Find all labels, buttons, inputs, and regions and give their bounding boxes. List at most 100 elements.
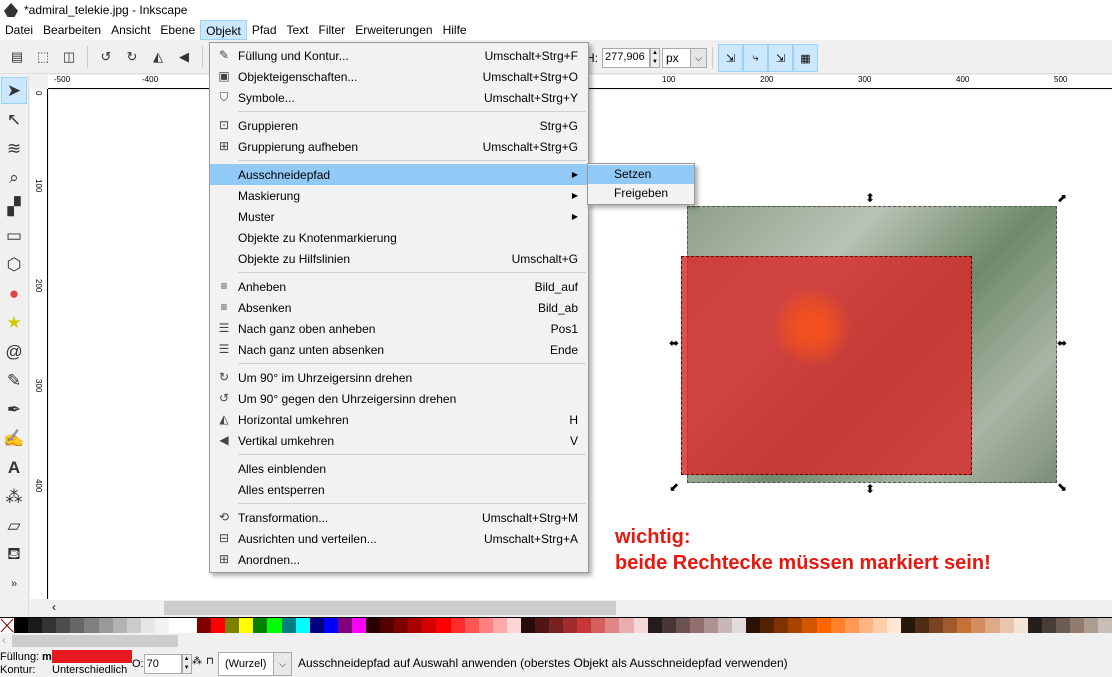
menu-item[interactable]: ◀ Vertikal umkehren V <box>210 430 588 451</box>
color-swatch[interactable] <box>999 618 1014 633</box>
color-swatch[interactable] <box>323 618 338 633</box>
color-swatch[interactable] <box>605 618 620 633</box>
menu-item[interactable]: ≡ Anheben Bild_auf <box>210 276 588 297</box>
eraser-tool-icon[interactable]: ▱ <box>1 512 27 539</box>
color-swatch[interactable] <box>464 618 479 633</box>
menu-item[interactable]: ▣ Objekteigenschaften... Umschalt+Strg+O <box>210 66 588 87</box>
menu-ansicht[interactable]: Ansicht <box>106 20 155 40</box>
opacity-spinner[interactable]: ▲ ▼ <box>181 654 192 674</box>
deselect-icon[interactable]: ◫ <box>58 46 80 68</box>
red-rectangle-object[interactable] <box>681 256 972 475</box>
color-swatch[interactable] <box>563 618 578 633</box>
select-all-layers-icon[interactable]: ⬚ <box>32 46 54 68</box>
color-swatch[interactable] <box>70 618 85 633</box>
menu-item[interactable]: Alles einblenden <box>210 458 588 479</box>
menu-item[interactable]: ↻ Um 90° im Uhrzeigersinn drehen <box>210 367 588 388</box>
color-swatch[interactable] <box>647 618 662 633</box>
color-swatch[interactable] <box>746 618 761 633</box>
menu-ebene[interactable]: Ebene <box>155 20 200 40</box>
tweak-tool-icon[interactable]: ≋ <box>1 135 27 162</box>
fill-swatch[interactable] <box>52 650 132 663</box>
menu-item[interactable]: ⊞ Gruppierung aufheben Umschalt+Strg+G <box>210 136 588 157</box>
color-swatch[interactable] <box>577 618 592 633</box>
color-swatch[interactable] <box>309 618 324 633</box>
pen-tool-icon[interactable]: ✒ <box>1 396 27 423</box>
ellipse-tool-icon[interactable]: ● <box>1 280 27 307</box>
color-swatch[interactable] <box>366 618 381 633</box>
color-swatch[interactable] <box>140 618 155 633</box>
color-swatch[interactable] <box>858 618 873 633</box>
color-swatch[interactable] <box>98 618 113 633</box>
menu-item[interactable]: ✎ Füllung und Kontur... Umschalt+Strg+F <box>210 45 588 66</box>
color-swatch[interactable] <box>225 618 240 633</box>
color-swatch[interactable] <box>253 618 268 633</box>
spiral-tool-icon[interactable]: @ <box>1 338 27 365</box>
color-swatch[interactable] <box>901 618 916 633</box>
color-swatch[interactable] <box>281 618 296 633</box>
menu-item[interactable]: ⟲ Transformation... Umschalt+Strg+M <box>210 507 588 528</box>
height-input[interactable]: 277,906 <box>602 48 650 68</box>
menu-hilfe[interactable]: Hilfe <box>438 20 472 40</box>
menu-item[interactable]: ↺ Um 90° gegen den Uhrzeigersinn drehen <box>210 388 588 409</box>
menu-item[interactable]: Muster ▶ <box>210 206 588 227</box>
menu-item[interactable]: ≡ Absenken Bild_ab <box>210 297 588 318</box>
color-swatch[interactable] <box>436 618 451 633</box>
color-swatch[interactable] <box>985 618 1000 633</box>
color-swatch[interactable] <box>14 618 29 633</box>
color-swatch[interactable] <box>267 618 282 633</box>
menu-item[interactable]: Objekte zu Hilfslinien Umschalt+G <box>210 248 588 269</box>
color-swatch[interactable] <box>1027 618 1042 633</box>
menu-item[interactable]: ◭ Horizontal umkehren H <box>210 409 588 430</box>
menu-erweiterungen[interactable]: Erweiterungen <box>350 20 437 40</box>
color-swatch[interactable] <box>450 618 465 633</box>
opacity-input[interactable]: 70 <box>143 654 182 674</box>
color-swatch[interactable] <box>154 618 169 633</box>
color-swatch[interactable] <box>126 618 141 633</box>
color-swatch[interactable] <box>520 618 535 633</box>
color-swatch[interactable] <box>239 618 254 633</box>
node-tool-icon[interactable]: ↖ <box>1 106 27 133</box>
menu-item[interactable]: Ausschneidepfad ▶ <box>210 164 588 185</box>
color-swatch[interactable] <box>394 618 409 633</box>
color-swatch[interactable] <box>633 618 648 633</box>
color-swatch[interactable] <box>886 618 901 633</box>
color-swatch[interactable] <box>1084 618 1099 633</box>
pencil-tool-icon[interactable]: ✎ <box>1 367 27 394</box>
menu-item[interactable]: ⊡ Gruppieren Strg+G <box>210 115 588 136</box>
color-swatch[interactable] <box>591 618 606 633</box>
scale-stroke-toggle[interactable]: ⇲ <box>718 44 743 72</box>
selector-tool-icon[interactable]: ➤ <box>1 77 27 104</box>
menu-pfad[interactable]: Pfad <box>247 20 282 40</box>
scale-handle-icon[interactable]: ⬈ <box>1057 191 1067 205</box>
height-spinner[interactable]: ▲ ▼ <box>650 48 660 68</box>
color-swatch[interactable] <box>816 618 831 633</box>
color-swatch[interactable] <box>492 618 507 633</box>
menu-item-setzen[interactable]: Setzen <box>588 165 694 184</box>
color-swatch[interactable] <box>56 618 71 633</box>
calligraphy-tool-icon[interactable]: ✍ <box>1 425 27 452</box>
select-all-icon[interactable]: ▤ <box>6 46 28 68</box>
color-swatch[interactable] <box>619 618 634 633</box>
scale-handle-icon[interactable]: ⬌ <box>1057 336 1067 350</box>
color-swatch[interactable] <box>197 618 212 633</box>
color-swatch[interactable] <box>549 618 564 633</box>
transform-patterns-toggle[interactable]: ▦ <box>793 44 818 72</box>
color-swatch[interactable] <box>422 618 437 633</box>
unit-select[interactable]: px ⌵ <box>662 48 707 68</box>
color-swatch[interactable] <box>351 618 367 633</box>
color-swatch[interactable] <box>42 618 57 633</box>
color-swatch[interactable] <box>774 618 789 633</box>
color-swatch[interactable] <box>1041 618 1056 633</box>
scale-handle-icon[interactable]: ⬋ <box>669 480 679 494</box>
color-swatch[interactable] <box>1098 618 1112 633</box>
scale-handle-icon[interactable]: ⬍ <box>865 191 875 205</box>
menu-objekt[interactable]: Objekt <box>200 20 247 40</box>
color-swatch[interactable] <box>478 618 493 633</box>
scale-handle-icon[interactable]: ⬊ <box>1057 480 1067 494</box>
3d-box-tool-icon[interactable]: ⬡ <box>1 251 27 278</box>
menu-item[interactable]: ☰ Nach ganz unten absenken Ende <box>210 339 588 360</box>
text-tool-icon[interactable]: A <box>1 454 27 481</box>
color-swatch[interactable] <box>717 618 733 633</box>
color-swatch[interactable] <box>28 618 43 633</box>
layer-visibility-icon[interactable]: ⁂ <box>192 656 202 667</box>
